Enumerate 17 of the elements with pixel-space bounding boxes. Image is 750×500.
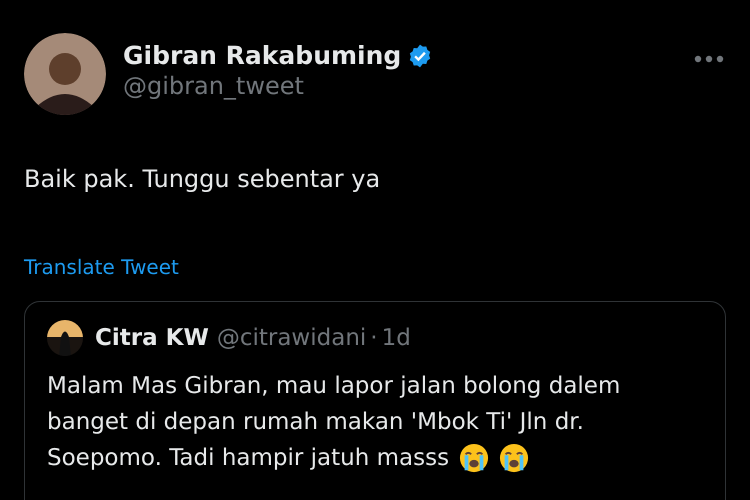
quoted-tweet-text-line: Malam Mas Gibran, mau lapor jalan bolong dalem <box>47 372 620 401</box>
separator-dot: · <box>370 325 378 351</box>
avatar[interactable] <box>24 33 106 115</box>
quoted-tweet-card[interactable]: Citra KW @citrawidani · 1d Malam Mas Gibran, mau lapor jalan bolong dalem banget di depan rumah makan 'Mbok Ti' Jln dr. Soepomo. Tadi hampir jatuh masss <box>24 301 726 500</box>
quoted-tweet-text-line: banget di depan rumah makan 'Mbok Ti' Jln dr. <box>47 408 584 437</box>
crying-face-icon <box>499 443 530 473</box>
quoted-tweet-text-line: Soepomo. Tadi hampir jatuh masss <box>47 444 450 473</box>
translate-link[interactable]: Translate Tweet <box>24 255 179 279</box>
quoted-author-name[interactable]: Citra KW <box>95 325 209 351</box>
quoted-author-handle[interactable]: @citrawidani <box>216 325 366 351</box>
author-name[interactable]: Gibran Rakabuming <box>123 41 402 70</box>
author-handle[interactable]: @gibran_tweet <box>123 72 677 100</box>
crying-face-icon <box>459 443 490 473</box>
more-options-icon[interactable] <box>694 55 724 63</box>
quoted-tweet-time: 1d <box>382 325 411 351</box>
tweet-text: Baik pak. Tunggu sebentar ya <box>24 165 382 193</box>
quoted-avatar <box>47 320 83 356</box>
